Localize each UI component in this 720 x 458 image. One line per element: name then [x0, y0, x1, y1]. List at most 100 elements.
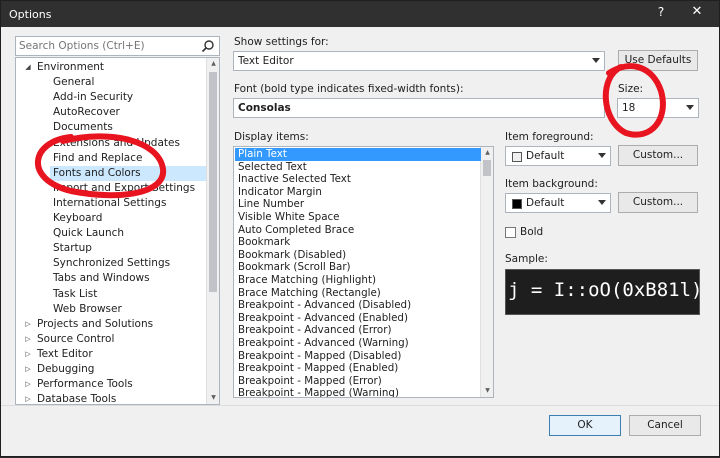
- list-item[interactable]: Breakpoint - Mapped (Enabled): [235, 362, 481, 375]
- tree-item-label: Documents: [53, 121, 113, 134]
- list-item[interactable]: Indicator Margin: [235, 186, 481, 199]
- chevron-down-icon: [592, 58, 600, 63]
- tree-item[interactable]: Extensions and Updates: [50, 136, 206, 151]
- tree-item[interactable]: Keyboard: [50, 211, 206, 226]
- bold-label: Bold: [520, 226, 544, 238]
- search-icon[interactable]: [201, 39, 215, 53]
- scroll-up-arrow-icon[interactable]: ▲: [481, 147, 493, 159]
- collapsed-arrow-icon[interactable]: ▷: [24, 377, 32, 392]
- scroll-thumb[interactable]: [483, 160, 491, 176]
- tree-item-label: Text Editor: [37, 347, 93, 360]
- font-dropdown[interactable]: Consolas: [233, 98, 605, 118]
- list-item[interactable]: Breakpoint - Mapped (Error): [235, 375, 481, 388]
- expanded-arrow-icon[interactable]: ◢: [24, 60, 32, 75]
- list-item[interactable]: Bookmark: [235, 236, 481, 249]
- footer-divider: [1, 405, 719, 406]
- tree-item[interactable]: ▷ Source Control: [16, 332, 206, 347]
- collapsed-arrow-icon[interactable]: ▷: [24, 317, 32, 332]
- list-item[interactable]: Breakpoint - Mapped (Disabled): [235, 350, 481, 363]
- tree-item-label: Task List: [53, 287, 98, 300]
- bold-checkbox[interactable]: [505, 227, 516, 238]
- ok-button[interactable]: OK: [549, 415, 621, 436]
- tree-item[interactable]: Startup: [50, 241, 206, 256]
- foreground-value: Default: [526, 150, 565, 162]
- tree-item[interactable]: International Settings: [50, 196, 206, 211]
- tree-item-label: International Settings: [53, 196, 167, 209]
- tree-item[interactable]: Import and Export Settings: [50, 181, 206, 196]
- tree-item[interactable]: ▷ Performance Tools: [16, 377, 206, 392]
- scroll-down-arrow-icon[interactable]: ▼: [207, 392, 219, 404]
- tree-item-label: Debugging: [37, 363, 95, 375]
- tree-scrollbar[interactable]: ▲ ▼: [206, 58, 219, 404]
- search-box[interactable]: [15, 36, 220, 56]
- list-item[interactable]: Breakpoint - Mapped (Warning): [235, 387, 481, 397]
- tree-item[interactable]: Task List: [50, 287, 206, 302]
- list-scrollbar[interactable]: ▲ ▼: [480, 147, 493, 397]
- item-background-dropdown[interactable]: Default: [505, 193, 611, 213]
- size-dropdown[interactable]: 18: [617, 98, 699, 118]
- tree-item[interactable]: Documents: [50, 120, 206, 135]
- tree-item-label: Environment: [37, 61, 105, 73]
- sample-label: Sample:: [505, 253, 548, 265]
- tree-item-label: General: [53, 76, 95, 89]
- list-item[interactable]: Inactive Selected Text: [235, 173, 481, 186]
- tree-item-label: Fonts and Colors: [53, 166, 141, 179]
- list-item[interactable]: Breakpoint - Advanced (Disabled): [235, 299, 481, 312]
- window-title: Options: [9, 8, 52, 21]
- search-input[interactable]: [19, 39, 199, 53]
- font-label: Font (bold type indicates fixed-width fo…: [234, 83, 464, 95]
- background-custom-button[interactable]: Custom...: [618, 192, 698, 213]
- tree-item-label: AutoRecover: [53, 106, 120, 119]
- cancel-button[interactable]: Cancel: [629, 415, 701, 436]
- tree-item[interactable]: Tabs and Windows: [50, 271, 206, 286]
- collapsed-arrow-icon[interactable]: ▷: [24, 347, 32, 362]
- show-settings-dropdown[interactable]: Text Editor: [233, 51, 605, 71]
- display-items-list[interactable]: ▲ ▼ Plain Text Selected Text Inactive Sele…: [233, 146, 494, 398]
- tree-item[interactable]: Quick Launch: [50, 226, 206, 241]
- list-item[interactable]: Bookmark (Disabled): [235, 249, 481, 262]
- tree-item-label: Web Browser: [53, 302, 122, 315]
- help-button[interactable]: ?: [646, 1, 676, 23]
- tree-item-label: Startup: [53, 242, 92, 255]
- list-item[interactable]: Breakpoint - Advanced (Error): [235, 324, 481, 337]
- tree-item[interactable]: ◢ Environment: [16, 60, 206, 75]
- list-item[interactable]: Bookmark (Scroll Bar): [235, 261, 481, 274]
- tree-item[interactable]: General: [50, 75, 206, 90]
- tree-item[interactable]: AutoRecover: [50, 105, 206, 120]
- list-item[interactable]: Brace Matching (Highlight): [235, 274, 481, 287]
- tree-item[interactable]: Add-in Security: [50, 90, 206, 105]
- tree-item-label: Extensions and Updates: [53, 136, 180, 149]
- collapsed-arrow-icon[interactable]: ▷: [24, 392, 32, 404]
- list-item[interactable]: Plain Text: [235, 148, 481, 161]
- list-item[interactable]: Breakpoint - Advanced (Warning): [235, 337, 481, 350]
- tree-item-label: Source Control: [37, 332, 115, 345]
- list-item[interactable]: Visible White Space: [235, 211, 481, 224]
- collapsed-arrow-icon[interactable]: ▷: [24, 332, 32, 347]
- scroll-down-arrow-icon[interactable]: ▼: [481, 385, 493, 397]
- scroll-up-arrow-icon[interactable]: ▲: [207, 58, 219, 70]
- use-defaults-button[interactable]: Use Defaults: [618, 50, 698, 71]
- tree-item[interactable]: ▷ Debugging: [16, 362, 206, 377]
- list-item[interactable]: Line Number: [235, 198, 481, 211]
- list-item[interactable]: Breakpoint - Advanced (Enabled): [235, 312, 481, 325]
- collapsed-arrow-icon[interactable]: ▷: [24, 362, 32, 377]
- tree-item[interactable]: ▷ Text Editor: [16, 347, 206, 362]
- scroll-thumb[interactable]: [209, 72, 217, 292]
- foreground-custom-button[interactable]: Custom...: [618, 145, 698, 166]
- tree-item[interactable]: Find and Replace: [50, 151, 206, 166]
- tree-item[interactable]: Web Browser: [50, 302, 206, 317]
- list-item[interactable]: Auto Completed Brace: [235, 224, 481, 237]
- list-item[interactable]: Selected Text: [235, 161, 481, 174]
- tree-item[interactable]: Synchronized Settings: [50, 256, 206, 271]
- chevron-down-icon: [598, 200, 606, 205]
- tree-item[interactable]: ▷ Projects and Solutions: [16, 317, 206, 332]
- tree-item[interactable]: ▷ Database Tools: [16, 392, 206, 404]
- size-value: 18: [622, 102, 636, 114]
- sample-preview: j = I::oO(0xB81l);: [505, 269, 700, 315]
- close-button[interactable]: ✕: [678, 1, 716, 23]
- options-tree[interactable]: ▲ ▼ ◢ Environment General Add-in Security Au…: [15, 57, 220, 405]
- list-item[interactable]: Brace Matching (Rectangle): [235, 287, 481, 300]
- item-foreground-dropdown[interactable]: Default: [505, 146, 611, 166]
- foreground-color-swatch: [512, 152, 522, 162]
- tree-item[interactable]: Fonts and Colors: [50, 165, 206, 181]
